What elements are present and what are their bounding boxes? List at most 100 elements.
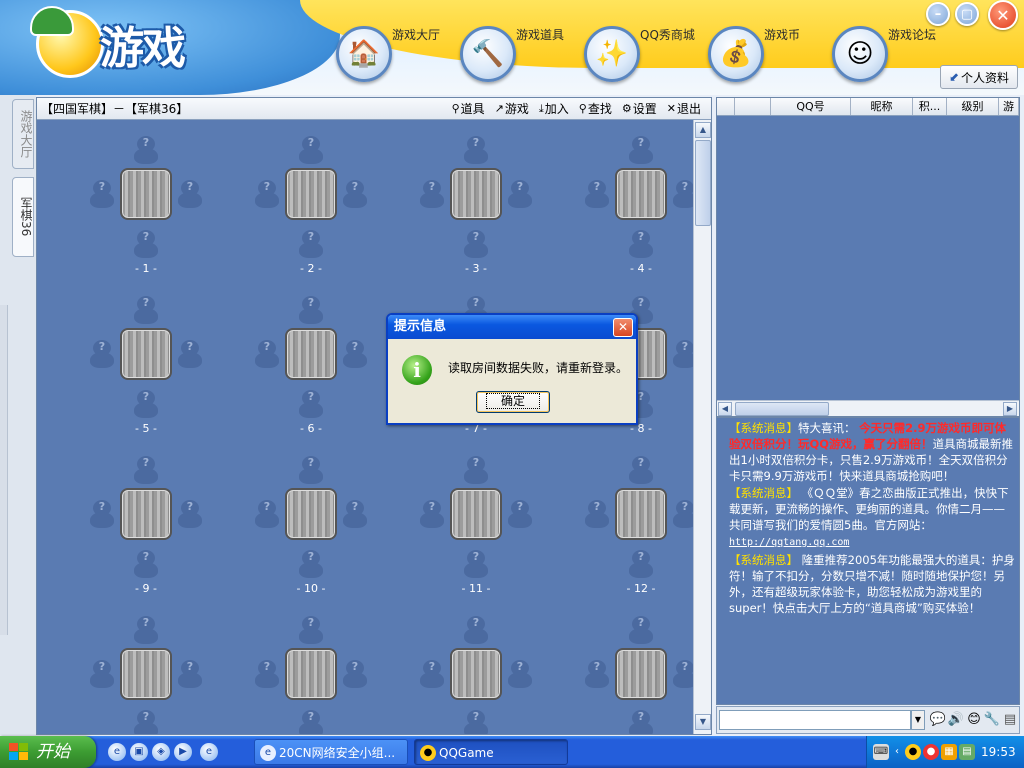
empty-seat-top[interactable]: ?: [134, 296, 158, 324]
empty-seat-left[interactable]: ?: [90, 500, 114, 528]
panel-splitter[interactable]: [0, 305, 8, 635]
empty-seat-top[interactable]: ?: [299, 136, 323, 164]
security-icon[interactable]: ▤: [959, 744, 975, 760]
empty-seat-left[interactable]: ?: [585, 180, 609, 208]
empty-seat-left[interactable]: ?: [255, 180, 279, 208]
empty-seat-top[interactable]: ?: [464, 616, 488, 644]
column-header[interactable]: [717, 98, 735, 115]
empty-seat-top[interactable]: ?: [629, 456, 653, 484]
smiley-icon[interactable]: 😊: [965, 711, 983, 729]
empty-seat-bottom[interactable]: ?: [134, 390, 158, 418]
empty-seat-bottom[interactable]: ?: [464, 550, 488, 578]
column-level[interactable]: 级别: [947, 98, 999, 115]
chess-board-icon[interactable]: [450, 648, 502, 700]
empty-seat-top[interactable]: ?: [134, 456, 158, 484]
empty-seat-right[interactable]: ?: [508, 180, 532, 208]
game-table[interactable]: ???? - 6 -: [233, 294, 383, 444]
quick-launch-ie-icon[interactable]: e: [108, 743, 126, 761]
game-table[interactable]: ???? - 10 -: [233, 454, 383, 604]
column-game[interactable]: 游: [999, 98, 1019, 115]
empty-seat-bottom[interactable]: ?: [629, 230, 653, 258]
tab-game-lobby[interactable]: 游戏大厅: [12, 99, 34, 169]
empty-seat-bottom[interactable]: ?: [299, 550, 323, 578]
game-table[interactable]: ???? - 5 -: [68, 294, 218, 444]
network-icon[interactable]: ▦: [941, 744, 957, 760]
official-site-link[interactable]: http://qqtang.qq.com: [729, 537, 849, 548]
scroll-thumb[interactable]: [695, 140, 711, 226]
empty-seat-bottom[interactable]: ?: [299, 390, 323, 418]
keyboard-icon[interactable]: ⌨: [873, 744, 889, 760]
taskbar-item-qqgame[interactable]: ● QQGame: [414, 739, 568, 765]
tab-room-junqi36[interactable]: 军棋36: [12, 177, 34, 257]
chess-board-icon[interactable]: [285, 648, 337, 700]
tool-join[interactable]: ⤓ 加入: [539, 100, 569, 117]
empty-seat-top[interactable]: ?: [629, 136, 653, 164]
empty-seat-right[interactable]: ?: [343, 340, 367, 368]
quick-launch-explorer-icon[interactable]: ◈: [152, 743, 170, 761]
tool-find[interactable]: ⚲ 查找: [579, 100, 612, 117]
tool-exit[interactable]: ✕ 退出: [667, 100, 701, 117]
game-table[interactable]: ????: [563, 614, 693, 734]
tool-game[interactable]: ↗ 游戏: [495, 100, 529, 117]
empty-seat-right[interactable]: ?: [508, 660, 532, 688]
close-window-button[interactable]: ✕: [988, 0, 1018, 30]
quick-launch-media-icon[interactable]: ▶: [174, 743, 192, 761]
chat-input[interactable]: [719, 710, 911, 730]
nav-qq-show-mall[interactable]: ✨ QQ秀商城: [584, 20, 709, 82]
taskbar-item-browser[interactable]: e 20CN网络安全小组...: [254, 739, 408, 765]
empty-seat-top[interactable]: ?: [629, 616, 653, 644]
chess-board-icon[interactable]: [285, 328, 337, 380]
empty-seat-bottom[interactable]: ?: [134, 710, 158, 734]
empty-seat-right[interactable]: ?: [178, 660, 202, 688]
empty-seat-left[interactable]: ?: [420, 500, 444, 528]
column-nickname[interactable]: 昵称: [851, 98, 913, 115]
scroll-thumb[interactable]: [735, 402, 829, 416]
dialog-close-button[interactable]: ✕: [613, 318, 633, 337]
empty-seat-right[interactable]: ?: [178, 180, 202, 208]
empty-seat-bottom[interactable]: ?: [464, 710, 488, 734]
start-button[interactable]: 开始: [0, 736, 96, 768]
chess-board-icon[interactable]: [615, 648, 667, 700]
empty-seat-bottom[interactable]: ?: [464, 230, 488, 258]
speaker-icon[interactable]: 🔊: [947, 711, 965, 729]
minimize-button[interactable]: –: [926, 2, 950, 26]
speech-bubble-icon[interactable]: 💬: [929, 711, 947, 729]
empty-seat-right[interactable]: ?: [673, 660, 693, 688]
scroll-down-icon[interactable]: ▼: [695, 714, 711, 730]
empty-seat-left[interactable]: ?: [90, 660, 114, 688]
empty-seat-left[interactable]: ?: [585, 500, 609, 528]
column-header[interactable]: [735, 98, 771, 115]
nav-game-forum[interactable]: ☺ 游戏论坛: [832, 20, 957, 82]
nav-game-items[interactable]: 🔨 游戏道具: [460, 20, 585, 82]
game-table[interactable]: ???? - 3 -: [398, 134, 548, 284]
empty-seat-right[interactable]: ?: [673, 500, 693, 528]
empty-seat-left[interactable]: ?: [585, 660, 609, 688]
chess-board-icon[interactable]: [285, 168, 337, 220]
empty-seat-top[interactable]: ?: [134, 616, 158, 644]
empty-seat-bottom[interactable]: ?: [629, 550, 653, 578]
empty-seat-left[interactable]: ?: [255, 660, 279, 688]
empty-seat-top[interactable]: ?: [464, 456, 488, 484]
maximize-button[interactable]: ▢: [955, 2, 979, 26]
ok-button[interactable]: 确定: [476, 391, 550, 413]
chess-board-icon[interactable]: [285, 488, 337, 540]
game-table[interactable]: ???? - 1 -: [68, 134, 218, 284]
empty-seat-right[interactable]: ?: [508, 500, 532, 528]
column-qq-number[interactable]: QQ号: [771, 98, 851, 115]
nav-game-lobby[interactable]: 🏠 游戏大厅: [336, 20, 461, 82]
tool-icon[interactable]: 🔧: [983, 711, 1001, 729]
empty-seat-top[interactable]: ?: [299, 296, 323, 324]
game-table[interactable]: ????: [398, 614, 548, 734]
empty-seat-bottom[interactable]: ?: [134, 550, 158, 578]
chess-board-icon[interactable]: [120, 168, 172, 220]
empty-seat-top[interactable]: ?: [299, 456, 323, 484]
chess-board-icon[interactable]: [615, 488, 667, 540]
chess-board-icon[interactable]: [615, 168, 667, 220]
profile-button[interactable]: ⬋ 个人资料: [940, 65, 1018, 89]
empty-seat-right[interactable]: ?: [178, 340, 202, 368]
empty-seat-left[interactable]: ?: [90, 180, 114, 208]
qq-alert-icon[interactable]: ●: [923, 744, 939, 760]
nav-game-coins[interactable]: 💰 游戏币: [708, 20, 833, 82]
empty-seat-right[interactable]: ?: [343, 180, 367, 208]
empty-seat-left[interactable]: ?: [420, 660, 444, 688]
